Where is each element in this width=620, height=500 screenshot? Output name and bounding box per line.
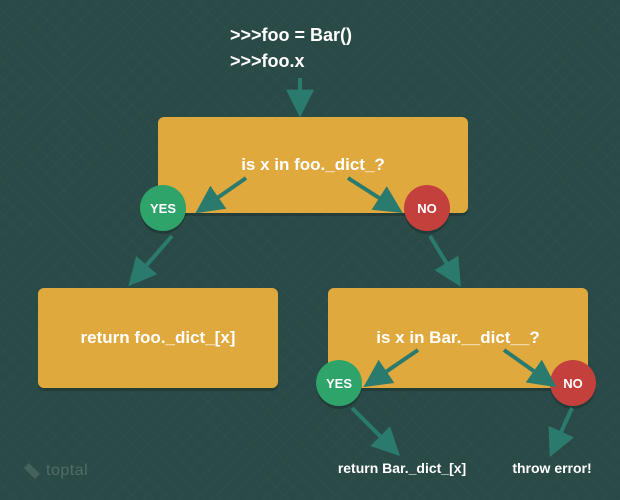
- no-badge: NO: [550, 360, 596, 406]
- arrow-yes-to-return-bar: [352, 408, 396, 452]
- badge-label: NO: [417, 201, 437, 216]
- no-badge: NO: [404, 185, 450, 231]
- code-line-2: >>>foo.x: [230, 51, 305, 71]
- decision-label: is x in foo._dict_?: [241, 155, 385, 175]
- yes-badge: YES: [316, 360, 362, 406]
- flow-arrows: [0, 0, 620, 500]
- decision-box-bar-dict: is x in Bar.__dict__? YES NO: [328, 288, 588, 388]
- watermark-text: toptal: [46, 462, 88, 480]
- code-line-1: >>>foo = Bar(): [230, 25, 352, 45]
- badge-label: YES: [326, 376, 352, 391]
- decision-box-foo-dict: is x in foo._dict_? YES NO: [158, 117, 468, 213]
- yes-badge: YES: [140, 185, 186, 231]
- code-snippet: >>>foo = Bar() >>>foo.x: [230, 22, 352, 74]
- badge-label: NO: [563, 376, 583, 391]
- toptal-logo-icon: [24, 463, 40, 479]
- arrow-no-to-throw: [552, 408, 572, 452]
- result-box-return-foo: return foo._dict_[x]: [38, 288, 278, 388]
- arrow-yes-to-return-foo: [132, 236, 172, 282]
- result-throw-error: throw error!: [492, 460, 612, 476]
- arrow-no-to-bar-dict: [430, 236, 458, 282]
- decision-label: is x in Bar.__dict__?: [376, 328, 539, 348]
- badge-label: YES: [150, 201, 176, 216]
- watermark: toptal: [24, 462, 88, 480]
- result-label: return foo._dict_[x]: [81, 328, 236, 348]
- result-return-bar: return Bar._dict_[x]: [312, 460, 492, 476]
